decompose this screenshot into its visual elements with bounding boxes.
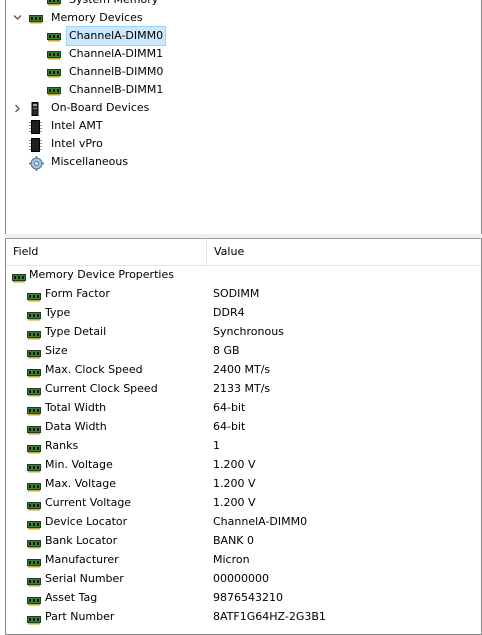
tree-item-label: Intel vPro	[51, 137, 103, 150]
field-value: 2133 MT/s	[213, 382, 271, 395]
field-name: Total Width	[45, 401, 107, 414]
group-row-memory-device-properties[interactable]: Memory Device Properties	[6, 265, 481, 284]
tree-item-on-board-devices[interactable]: On-Board Devices	[6, 99, 481, 117]
field-name: Asset Tag	[45, 591, 98, 604]
field-value: 9876543210	[213, 591, 283, 604]
tree-item-label: ChannelA-DIMM1	[69, 47, 164, 60]
field-name: Form Factor	[45, 287, 110, 300]
tree-item-label: On-Board Devices	[51, 101, 150, 114]
table-row[interactable]: Serial Number 00000000	[6, 569, 481, 588]
device-tree[interactable]: System Memory Memory Devices ChannelA-DIMM…	[5, 0, 482, 234]
field-value: 8ATF1G64HZ-2G3B1	[213, 610, 326, 623]
field-name: Type Detail	[45, 325, 107, 338]
table-row[interactable]: Ranks 1	[6, 436, 481, 455]
field-name: Manufacturer	[45, 553, 119, 566]
table-row[interactable]: Min. Voltage 1.200 V	[6, 455, 481, 474]
field-value: Synchronous	[213, 325, 284, 338]
field-value: 1	[213, 439, 220, 452]
tree-item-channela-dimm0[interactable]: ChannelA-DIMM0	[6, 26, 481, 46]
table-row[interactable]: Data Width 64-bit	[6, 417, 481, 436]
tree-item-label: ChannelA-DIMM0	[65, 26, 167, 46]
tree-item-label: Memory Devices	[51, 11, 143, 24]
tree-item-system-memory[interactable]: System Memory	[6, 0, 481, 9]
table-row[interactable]: Current Voltage 1.200 V	[6, 493, 481, 512]
field-value: Micron	[213, 553, 250, 566]
tree-item-intel-amt[interactable]: Intel AMT	[6, 117, 481, 135]
table-row[interactable]: Max. Voltage 1.200 V	[6, 474, 481, 493]
table-row[interactable]: Part Number 8ATF1G64HZ-2G3B1	[6, 607, 481, 626]
field-value: 64-bit	[213, 401, 246, 414]
table-row[interactable]: Device Locator ChannelA-DIMM0	[6, 512, 481, 531]
field-name: Data Width	[45, 420, 107, 433]
field-value: 00000000	[213, 572, 269, 585]
tree-item-intel-vpro[interactable]: Intel vPro	[6, 135, 481, 153]
field-value: 2400 MT/s	[213, 363, 271, 376]
properties-grid: Field Value Memory Device Properties For…	[5, 239, 482, 635]
table-row[interactable]: Max. Clock Speed 2400 MT/s	[6, 360, 481, 379]
table-row[interactable]: Bank Locator BANK 0	[6, 531, 481, 550]
tree-item-label: ChannelB-DIMM0	[69, 65, 164, 78]
field-value: 64-bit	[213, 420, 246, 433]
field-name: Device Locator	[45, 515, 128, 528]
tree-item-channela-dimm1[interactable]: ChannelA-DIMM1	[6, 45, 481, 63]
field-column-header[interactable]: Field	[6, 239, 207, 265]
field-name: Current Clock Speed	[45, 382, 158, 395]
tree-item-memory-devices[interactable]: Memory Devices	[6, 9, 481, 27]
field-value: 8 GB	[213, 344, 240, 357]
field-value: ChannelA-DIMM0	[213, 515, 308, 528]
field-name: Part Number	[45, 610, 115, 623]
tree-item-label: Intel AMT	[51, 119, 103, 132]
chevron-right-icon[interactable]	[14, 99, 24, 117]
field-name: Min. Voltage	[45, 458, 113, 471]
tree-item-channelb-dimm0[interactable]: ChannelB-DIMM0	[6, 63, 481, 81]
field-name: Type	[45, 306, 71, 319]
field-name: Bank Locator	[45, 534, 118, 547]
chevron-down-icon[interactable]	[13, 9, 23, 27]
field-value: BANK 0	[213, 534, 255, 547]
grid-header: Field Value	[6, 239, 481, 266]
table-row[interactable]: Type Detail Synchronous	[6, 322, 481, 341]
tree-item-label: ChannelB-DIMM1	[69, 83, 164, 96]
field-value: 1.200 V	[213, 477, 256, 490]
field-name: Ranks	[45, 439, 79, 452]
field-name: Max. Clock Speed	[45, 363, 143, 376]
table-row[interactable]: Size 8 GB	[6, 341, 481, 360]
tree-item-channelb-dimm1[interactable]: ChannelB-DIMM1	[6, 81, 481, 99]
tree-item-miscellaneous[interactable]: Miscellaneous	[6, 153, 481, 171]
ram-icon	[27, 612, 41, 631]
tree-item-label: System Memory	[69, 0, 158, 9]
field-value: SODIMM	[213, 287, 260, 300]
field-name: Max. Voltage	[45, 477, 116, 490]
field-name: Serial Number	[45, 572, 124, 585]
field-name: Size	[45, 344, 68, 357]
table-row[interactable]: Total Width 64-bit	[6, 398, 481, 417]
table-row[interactable]: Asset Tag 9876543210	[6, 588, 481, 607]
table-row[interactable]: Manufacturer Micron	[6, 550, 481, 569]
group-label: Memory Device Properties	[29, 268, 174, 281]
value-column-header[interactable]: Value	[207, 239, 481, 265]
field-name: Current Voltage	[45, 496, 132, 509]
tree-item-label: Miscellaneous	[51, 155, 129, 168]
field-value: 1.200 V	[213, 458, 256, 471]
table-row[interactable]: Form Factor SODIMM	[6, 284, 481, 303]
field-value: DDR4	[213, 306, 245, 319]
table-row[interactable]: Type DDR4	[6, 303, 481, 322]
table-row[interactable]: Current Clock Speed 2133 MT/s	[6, 379, 481, 398]
gear-icon	[29, 156, 44, 177]
field-value: 1.200 V	[213, 496, 256, 509]
